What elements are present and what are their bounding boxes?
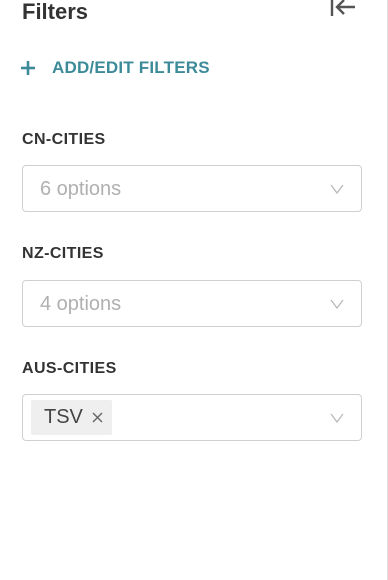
close-icon[interactable] [92,412,103,423]
chevron-down-icon [330,184,344,195]
plus-icon [21,61,35,75]
selected-tag: TSV [31,400,112,435]
filter-label-aus-cities: AUS-CITIES [22,360,117,377]
chevron-down-icon [330,413,344,424]
filter-label-cn-cities: CN-CITIES [22,131,106,148]
filter-select-cn-cities[interactable]: 6 options [22,165,362,212]
filters-panel: Filters ADD/EDIT FILTERS CN-CITIES 6 opt… [0,0,388,580]
select-placeholder: 4 options [40,293,122,315]
filter-label-nz-cities: NZ-CITIES [22,245,104,262]
chevron-down-icon [330,299,344,310]
filter-select-nz-cities[interactable]: 4 options [22,280,362,327]
select-placeholder: 6 options [40,178,122,200]
filters-header: Filters [22,0,363,28]
panel-title: Filters [22,0,89,24]
add-edit-filters-label: ADD/EDIT FILTERS [52,58,210,77]
add-edit-filters-button[interactable]: ADD/EDIT FILTERS [20,56,210,80]
selected-tag-label: TSV [44,406,83,428]
filter-select-aus-cities[interactable]: TSV [22,394,362,441]
collapse-left-icon[interactable] [329,0,357,20]
